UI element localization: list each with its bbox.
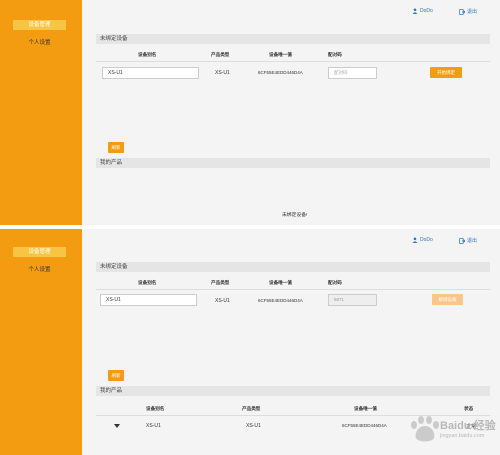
logout-link[interactable]: 退出 [459,8,477,15]
unbind-device-button[interactable]: 解绑设备 [432,294,463,305]
col-device-id: 设备唯一值 [354,406,377,411]
sidebar-item-device-management[interactable]: 设备管理 [13,247,66,257]
device-id-value: 6CF55E4EDD446D4A [258,298,303,303]
product-alias-value: XS-U1 [146,423,161,429]
col-alias: 设备别名 [138,52,157,57]
logout-icon [459,8,465,15]
baidu-jingyan-watermark: Baidu 经验 jingyan.baidu.com [404,411,496,451]
sidebar: 设备管理 个人设置 [0,0,82,225]
expand-row-icon[interactable] [114,424,120,428]
unbound-devices-title: 未绑定设备 [96,262,490,272]
user-link[interactable]: DoDo [412,8,433,14]
col-product-type: 产品类型 [211,280,230,285]
col-device-id: 设备唯一值 [269,52,292,57]
logout-link[interactable]: 退出 [459,237,477,244]
device-id-value: 6CF55E4EDD446D4A [258,70,303,75]
alias-input[interactable]: XS-U1 [100,294,197,306]
user-icon [412,237,418,243]
watermark-text: Baidu 经验 [440,420,496,432]
unbound-devices-title: 未绑定设备 [96,34,490,44]
col-alias: 设备别名 [146,406,165,411]
user-link[interactable]: DoDo [412,237,433,243]
product-type-value: XS-U1 [215,70,230,76]
refresh-button[interactable]: 刷新 [108,370,124,381]
my-products-title: 我的产品 [96,158,490,168]
product-type-value: XS-U1 [246,423,261,429]
col-pair-code: 配对码 [328,280,342,285]
product-device-id-value: 6CF55E4EDD446D4A [342,423,387,428]
sidebar-item-personal-settings[interactable]: 个人设置 [13,38,66,48]
sidebar-item-device-management[interactable]: 设备管理 [13,20,66,30]
sidebar-item-personal-settings[interactable]: 个人设置 [13,265,66,275]
col-alias: 设备别名 [138,280,157,285]
sidebar: 设备管理 个人设置 [0,229,82,455]
product-type-value: XS-U1 [215,298,230,304]
col-device-id: 设备唯一值 [269,280,292,285]
watermark-url: jingyan.baidu.com [440,433,485,439]
col-product-type: 产品类型 [211,52,230,57]
user-icon [412,8,418,14]
my-products-title: 我的产品 [96,386,490,396]
main-content: DoDo 退出 未绑定设备 设备别名 产品类型 设备唯一值 配对码 XS-U1 … [82,0,500,225]
empty-products-message: 未绑定设备! [282,213,308,218]
header-divider [96,289,490,290]
col-pair-code: 配对码 [328,52,342,57]
start-bind-button[interactable]: 开始绑定 [430,67,462,78]
col-product-type: 产品类型 [242,406,261,411]
header-divider [96,61,490,62]
logout-label: 退出 [467,9,478,15]
refresh-button[interactable]: 刷新 [108,142,124,153]
user-name: DoDo [420,237,433,243]
logout-label: 退出 [467,238,478,244]
top-screen: 设备管理 个人设置 DoDo 退出 未绑定设备 设备别名 产品类型 设备唯一值 … [0,0,500,225]
user-name: DoDo [420,8,433,14]
pair-code-input[interactable]: 5871 [328,294,377,306]
alias-input[interactable]: XS-U1 [102,67,199,79]
pair-code-input[interactable]: 配对码 [328,67,377,79]
logout-icon [459,237,465,244]
